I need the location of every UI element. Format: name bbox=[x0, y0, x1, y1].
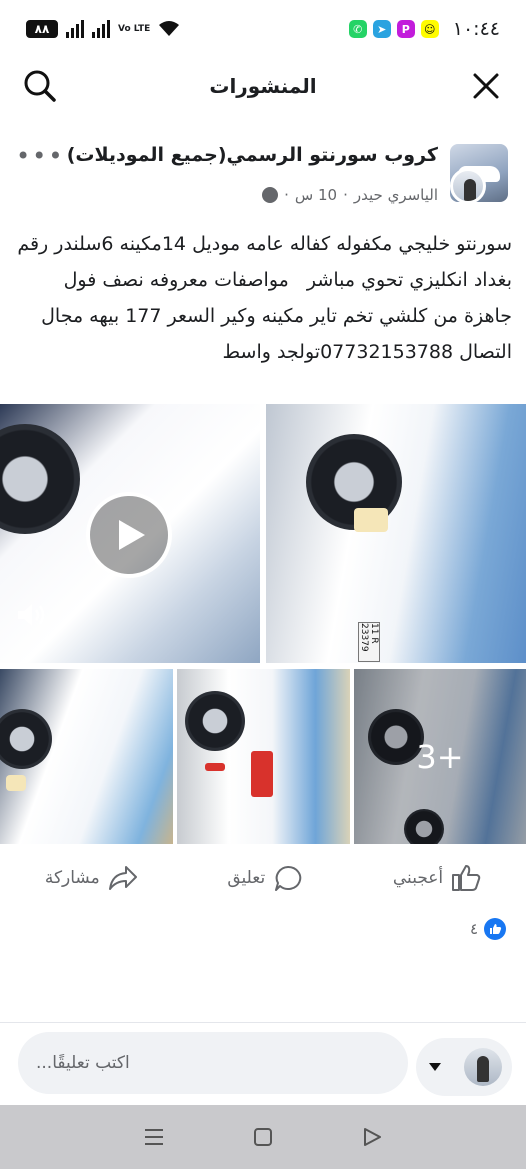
avatar bbox=[464, 1048, 502, 1086]
reflector-graphic bbox=[205, 763, 225, 771]
divider bbox=[0, 1022, 526, 1023]
avatar[interactable] bbox=[450, 168, 486, 204]
photo-grid: 11 R 23379 3+ bbox=[0, 404, 526, 844]
comment-label: تعليق bbox=[227, 868, 266, 888]
meta-separator-2: · bbox=[284, 186, 289, 204]
back-icon[interactable] bbox=[352, 1117, 392, 1157]
post-time[interactable]: 10 س bbox=[295, 186, 337, 204]
status-left: ٨٨ Vo LTE bbox=[26, 20, 180, 38]
signal-icon-2 bbox=[92, 20, 110, 38]
comment-bar: اكتب تعليقًا... bbox=[0, 1028, 526, 1104]
comment-input[interactable]: اكتب تعليقًا... bbox=[18, 1032, 408, 1094]
wheel-graphic bbox=[185, 691, 245, 751]
more-options-icon[interactable]: ••• bbox=[16, 142, 64, 170]
post-meta: الياسري حيدر · 10 س · bbox=[262, 186, 438, 204]
comment-placeholder: اكتب تعليقًا... bbox=[36, 1053, 130, 1073]
wheel-graphic bbox=[0, 424, 80, 534]
whatsapp-icon: ✆ bbox=[348, 20, 367, 38]
battery-indicator: ٨٨ bbox=[26, 20, 58, 38]
globe-icon bbox=[262, 187, 279, 203]
like-label: أعجبني bbox=[392, 868, 444, 888]
share-label: مشاركة bbox=[44, 868, 100, 888]
more-photos-overlay[interactable]: 3+ bbox=[354, 669, 526, 844]
wheel-graphic bbox=[0, 709, 52, 769]
comment-button[interactable]: تعليق bbox=[227, 864, 303, 892]
recent-apps-icon[interactable] bbox=[134, 1117, 174, 1157]
volte-label: Vo LTE bbox=[118, 23, 151, 34]
share-icon bbox=[108, 866, 137, 890]
signal-icon bbox=[66, 20, 84, 38]
taillight-graphic bbox=[251, 751, 273, 797]
video-thumbnail[interactable] bbox=[0, 404, 260, 663]
photo-front[interactable]: 11 R 23379 bbox=[266, 404, 526, 663]
wifi-icon bbox=[159, 21, 180, 36]
like-icon bbox=[452, 865, 481, 891]
picsart-icon: P bbox=[396, 20, 415, 38]
search-icon[interactable] bbox=[20, 66, 60, 106]
group-name[interactable]: كروب سورنتو الرسمي(جميع الموديلات) bbox=[67, 144, 438, 166]
status-right: ✆ ➤ P ☺ ١٠:٤٤ bbox=[348, 18, 500, 40]
comment-icon bbox=[275, 865, 302, 891]
telegram-icon: ➤ bbox=[372, 20, 391, 38]
meta-separator: · bbox=[343, 186, 348, 204]
photo-rear[interactable] bbox=[177, 669, 350, 844]
headlight-graphic bbox=[6, 775, 26, 791]
volume-icon[interactable] bbox=[14, 598, 48, 632]
status-bar: ٨٨ Vo LTE ✆ ➤ P ☺ ١٠:٤٤ bbox=[0, 0, 526, 58]
post-header: كروب سورنتو الرسمي(جميع الموديلات) الياس… bbox=[0, 136, 526, 216]
photo-more[interactable]: 3+ bbox=[354, 669, 526, 844]
snapchat-icon: ☺ bbox=[420, 20, 439, 38]
post-text: سورنتو خليجي مكفوله كفاله عامه موديل 14م… bbox=[11, 233, 512, 363]
reaction-summary[interactable]: ٤ bbox=[470, 918, 506, 940]
top-bar: المنشورات bbox=[0, 58, 526, 114]
reaction-count: ٤ bbox=[469, 920, 478, 938]
share-button[interactable]: مشاركة bbox=[45, 864, 138, 892]
play-icon[interactable] bbox=[86, 492, 172, 578]
like-button[interactable]: أعجبني bbox=[393, 864, 481, 892]
system-nav-bar bbox=[0, 1105, 526, 1169]
clock: ١٠:٤٤ bbox=[452, 18, 500, 40]
chevron-down-icon bbox=[429, 1063, 441, 1071]
photo-side[interactable] bbox=[0, 669, 173, 844]
comment-as-selector[interactable] bbox=[416, 1038, 512, 1096]
close-icon[interactable] bbox=[466, 66, 506, 106]
action-bar: أعجبني تعليق مشاركة bbox=[0, 850, 526, 906]
license-plate: 11 R 23379 bbox=[358, 622, 380, 662]
author-name[interactable]: الياسري حيدر bbox=[354, 186, 438, 204]
headlight-graphic bbox=[354, 508, 388, 532]
like-reaction-icon bbox=[484, 918, 506, 940]
page-title: المنشورات bbox=[209, 74, 317, 98]
home-icon[interactable] bbox=[243, 1117, 283, 1157]
more-photos-count: 3+ bbox=[416, 737, 464, 776]
